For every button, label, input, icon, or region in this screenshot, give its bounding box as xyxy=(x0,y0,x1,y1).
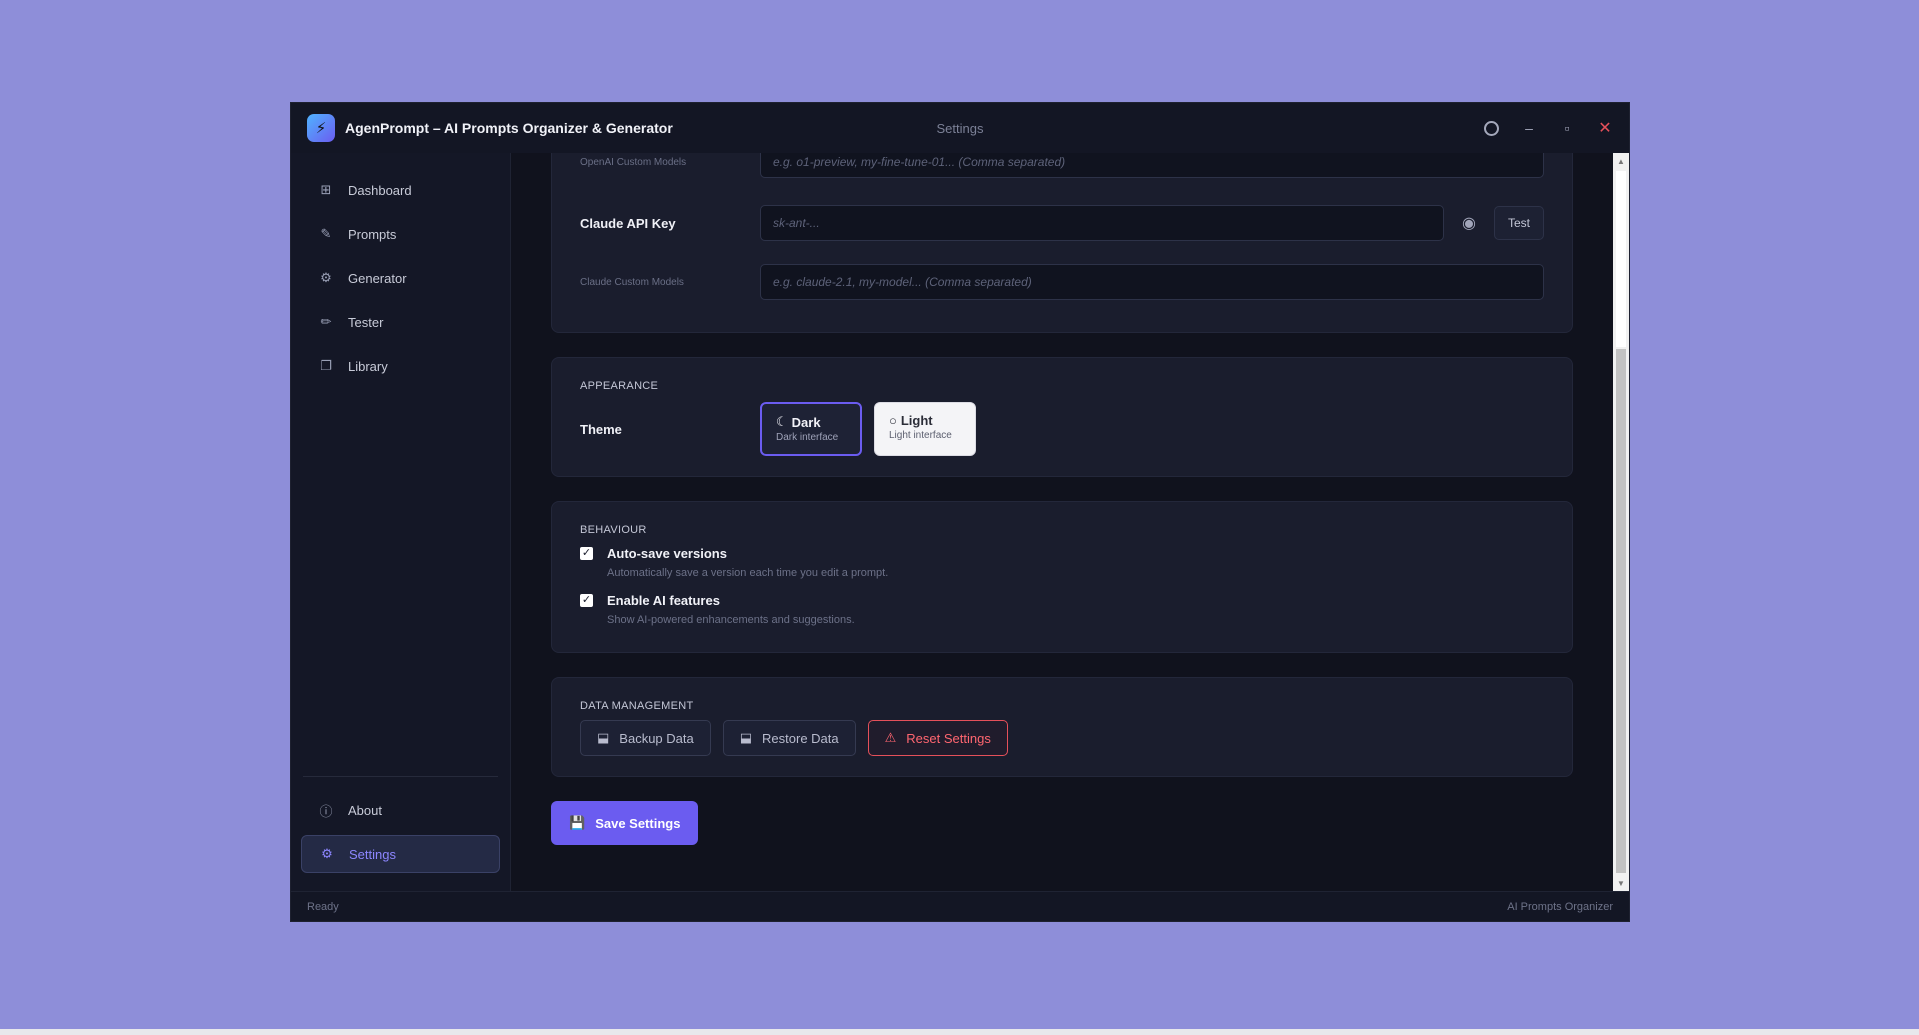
claude-models-input[interactable] xyxy=(760,264,1544,300)
claude-key-row: Claude API Key ◉ Test xyxy=(580,205,1544,241)
behaviour-card: BEHAVIOUR ✓ Auto-save versions Automatic… xyxy=(551,501,1573,653)
sidebar-item-library[interactable]: ❐ Library xyxy=(301,347,500,385)
auto-save-title: Auto-save versions xyxy=(607,546,727,561)
sidebar-divider xyxy=(303,776,498,777)
settings-scroll-area[interactable]: OpenAI Custom Models Claude API Key ◉ Te… xyxy=(511,153,1613,891)
sun-icon: ○ xyxy=(889,413,897,428)
claude-key-input[interactable] xyxy=(760,205,1444,241)
library-icon: ❐ xyxy=(320,358,332,373)
auto-save-option: ✓ Auto-save versions Automatically save … xyxy=(580,546,1544,579)
save-icon: 💾 xyxy=(569,815,586,830)
appearance-section-title: APPEARANCE xyxy=(580,380,659,392)
scroll-down-arrow-icon[interactable]: ▼ xyxy=(1613,875,1629,891)
window-body: ⊞ Dashboard ✎ Prompts ⚙ Generator ✏ Test… xyxy=(291,153,1629,891)
scrollbar-thumb[interactable] xyxy=(1616,171,1626,347)
scroll-up-arrow-icon[interactable]: ▲ xyxy=(1613,153,1629,169)
theme-dark-subtitle: Dark interface xyxy=(776,432,839,443)
close-button[interactable]: ✕ xyxy=(1597,118,1613,138)
sidebar-bottom-nav: ⓘ About ⚙ Settings xyxy=(301,791,500,873)
sidebar-item-about[interactable]: ⓘ About xyxy=(301,791,500,829)
dashboard-icon: ⊞ xyxy=(320,182,332,197)
claude-models-row: Claude Custom Models xyxy=(580,264,1544,300)
test-key-button[interactable]: Test xyxy=(1493,206,1544,240)
backup-data-button[interactable]: ⬓ Backup Data xyxy=(580,720,711,756)
sidebar-item-dashboard[interactable]: ⊞ Dashboard xyxy=(301,171,500,209)
sidebar-item-generator[interactable]: ⚙ Generator xyxy=(301,259,500,297)
document-edit-icon: ✎ xyxy=(320,226,332,241)
ai-features-subtitle: Show AI-powered enhancements and suggest… xyxy=(607,614,855,626)
sidebar: ⊞ Dashboard ✎ Prompts ⚙ Generator ✏ Test… xyxy=(291,153,511,891)
claude-models-label: Claude Custom Models xyxy=(580,276,684,288)
ai-features-option: ✓ Enable AI features Show AI-powered enh… xyxy=(580,593,1544,626)
content-scrollbar[interactable]: ▲ ▼ xyxy=(1613,153,1629,891)
theme-light-option[interactable]: ○ Light Light interface xyxy=(874,402,976,456)
sidebar-item-label: Dashboard xyxy=(348,182,412,198)
save-label: Save Settings xyxy=(595,815,681,831)
behaviour-section-title: BEHAVIOUR xyxy=(580,524,647,536)
eye-icon[interactable]: ◉ xyxy=(1450,213,1488,233)
theme-dark-title: Dark xyxy=(791,414,821,430)
openai-models-label: OpenAI Custom Models xyxy=(580,156,687,168)
data-management-section-title: DATA MANAGEMENT xyxy=(580,700,694,712)
restore-icon: ⬓ xyxy=(739,730,753,745)
sidebar-item-label: Settings xyxy=(349,846,396,862)
sidebar-item-settings[interactable]: ⚙ Settings xyxy=(301,835,500,873)
openai-models-row: OpenAI Custom Models xyxy=(580,153,1544,182)
ai-features-title: Enable AI features xyxy=(607,593,720,608)
robot-icon: ⚙ xyxy=(320,270,332,285)
sidebar-item-tester[interactable]: ✏ Tester xyxy=(301,303,500,341)
theme-row: Theme ☾ Dark Dark interface ○ Light Light … xyxy=(580,402,1544,456)
sidebar-item-label: Tester xyxy=(348,314,384,330)
desktop-bottom-strip xyxy=(0,1029,1919,1035)
restore-label: Restore Data xyxy=(762,730,839,746)
theme-dark-option[interactable]: ☾ Dark Dark interface xyxy=(760,402,862,456)
warning-icon: ⚠ xyxy=(884,730,897,745)
api-keys-card: OpenAI Custom Models Claude API Key ◉ Te… xyxy=(551,153,1573,333)
sidebar-item-label: Library xyxy=(348,358,388,374)
sidebar-item-label: About xyxy=(348,802,382,818)
moon-icon: ☾ xyxy=(776,414,788,429)
window-controls: – ▫ ✕ xyxy=(1484,118,1613,138)
minimize-button[interactable]: – xyxy=(1521,120,1537,136)
app-title: AgenPrompt – AI Prompts Organizer & Gene… xyxy=(345,120,673,136)
openai-models-input[interactable] xyxy=(760,153,1544,178)
sidebar-item-label: Prompts xyxy=(348,226,397,242)
ai-features-checkbox[interactable]: ✓ xyxy=(580,594,593,607)
restore-data-button[interactable]: ⬓ Restore Data xyxy=(722,720,856,756)
scrollbar-track[interactable] xyxy=(1616,349,1626,873)
auto-save-checkbox[interactable]: ✓ xyxy=(580,547,593,560)
reset-label: Reset Settings xyxy=(906,730,991,746)
lightning-logo-icon: ⚡ xyxy=(307,114,335,142)
theme-label: Theme xyxy=(580,421,622,437)
save-row: 💾 Save Settings xyxy=(551,801,1573,845)
sidebar-item-label: Generator xyxy=(348,270,407,286)
app-window: ⚡ AgenPrompt – AI Prompts Organizer & Ge… xyxy=(290,102,1630,922)
pencil-icon: ✏ xyxy=(320,314,332,329)
theme-light-subtitle: Light interface xyxy=(889,430,952,441)
appearance-card: APPEARANCE Theme ☾ Dark Dark interface ○ L… xyxy=(551,357,1573,477)
backup-label: Backup Data xyxy=(619,730,694,746)
theme-toggle-icon[interactable] xyxy=(1484,120,1499,136)
status-app-name: AI Prompts Organizer xyxy=(1507,900,1613,913)
save-settings-button[interactable]: 💾 Save Settings xyxy=(551,801,699,845)
backup-icon: ⬓ xyxy=(597,730,610,745)
data-management-buttons: ⬓ Backup Data ⬓ Restore Data ⚠ Reset Set… xyxy=(580,720,1544,756)
status-bar: Ready AI Prompts Organizer xyxy=(291,891,1629,921)
settings-content: OpenAI Custom Models Claude API Key ◉ Te… xyxy=(511,153,1629,891)
sidebar-item-prompts[interactable]: ✎ Prompts xyxy=(301,215,500,253)
reset-settings-button[interactable]: ⚠ Reset Settings xyxy=(867,720,1008,756)
theme-light-title: Light xyxy=(900,413,933,428)
title-bar: ⚡ AgenPrompt – AI Prompts Organizer & Ge… xyxy=(291,103,1629,153)
info-icon: ⓘ xyxy=(319,803,333,819)
claude-key-label: Claude API Key xyxy=(580,215,676,231)
gear-icon: ⚙ xyxy=(321,846,333,861)
auto-save-subtitle: Automatically save a version each time y… xyxy=(607,567,889,579)
maximize-button[interactable]: ▫ xyxy=(1559,120,1575,136)
status-text: Ready xyxy=(307,900,339,913)
data-management-card: DATA MANAGEMENT ⬓ Backup Data ⬓ Restore … xyxy=(551,677,1573,777)
sidebar-nav: ⊞ Dashboard ✎ Prompts ⚙ Generator ✏ Test… xyxy=(301,171,500,385)
